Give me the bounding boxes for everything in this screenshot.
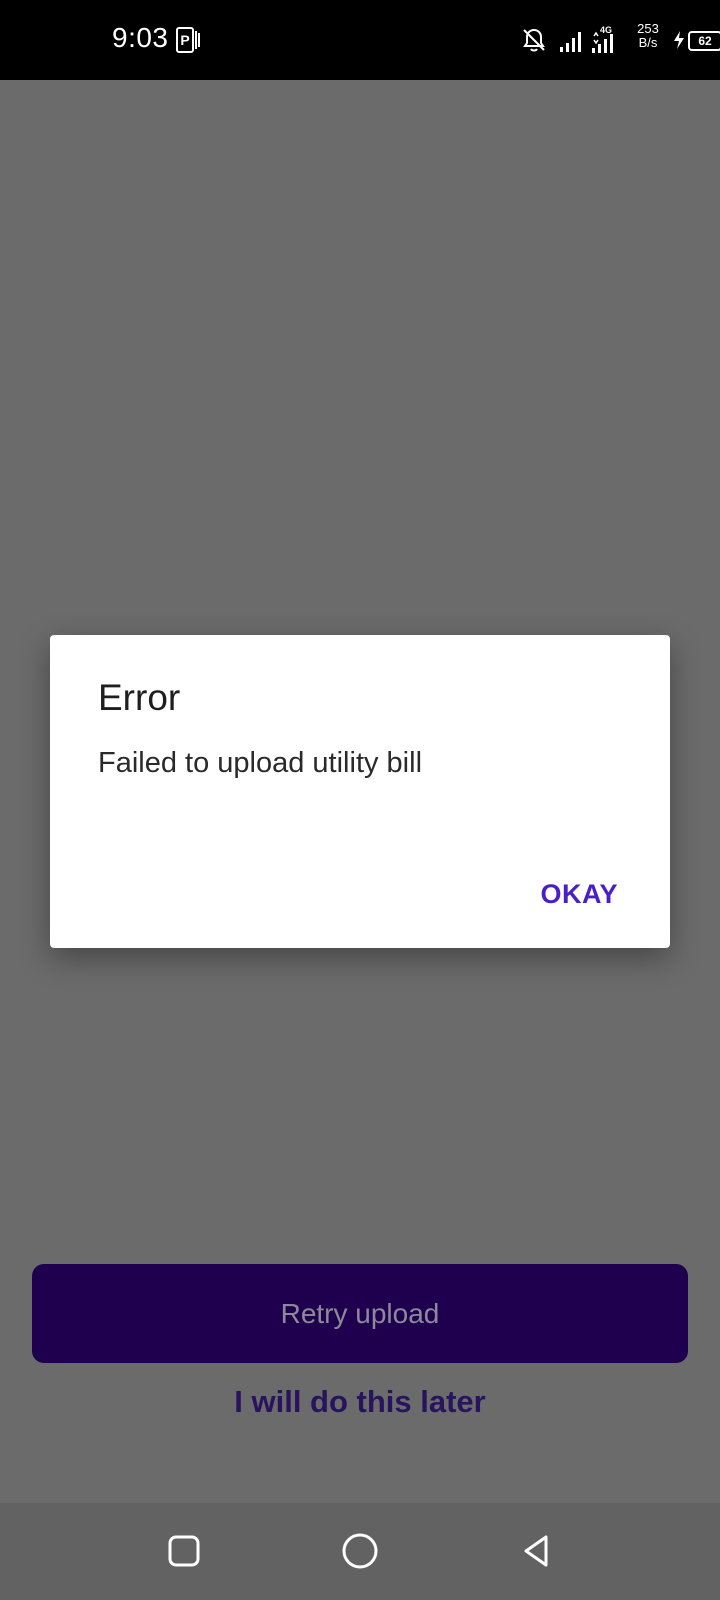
status-bar: 9:03 P 4G 253 B/s 62 xyxy=(0,0,720,80)
net-speed: 253 B/s xyxy=(637,21,659,50)
triangle-back-icon[interactable] xyxy=(512,1527,560,1575)
okay-button[interactable]: OKAY xyxy=(540,879,618,910)
battery-level: 62 xyxy=(698,34,712,48)
battery-icon: 62 xyxy=(688,31,720,51)
svg-text:P: P xyxy=(180,32,189,48)
error-dialog: Error Failed to upload utility bill OKAY xyxy=(50,635,670,948)
signal-icon xyxy=(560,32,581,52)
svg-text:4G: 4G xyxy=(600,25,612,35)
navigation-bar xyxy=(0,1503,720,1600)
circle-icon[interactable] xyxy=(336,1527,384,1575)
p-app-icon: P xyxy=(176,27,200,53)
square-icon[interactable] xyxy=(160,1527,208,1575)
charging-icon xyxy=(674,31,684,49)
retry-upload-button[interactable]: Retry upload xyxy=(32,1264,688,1363)
notifications-off-icon xyxy=(523,28,545,52)
signal-4g-icon: 4G xyxy=(592,25,613,53)
status-time: 9:03 xyxy=(112,22,169,53)
dialog-title: Error xyxy=(98,677,181,718)
dialog-message: Failed to upload utility bill xyxy=(98,747,423,779)
do-later-link[interactable]: I will do this later xyxy=(0,1384,720,1420)
